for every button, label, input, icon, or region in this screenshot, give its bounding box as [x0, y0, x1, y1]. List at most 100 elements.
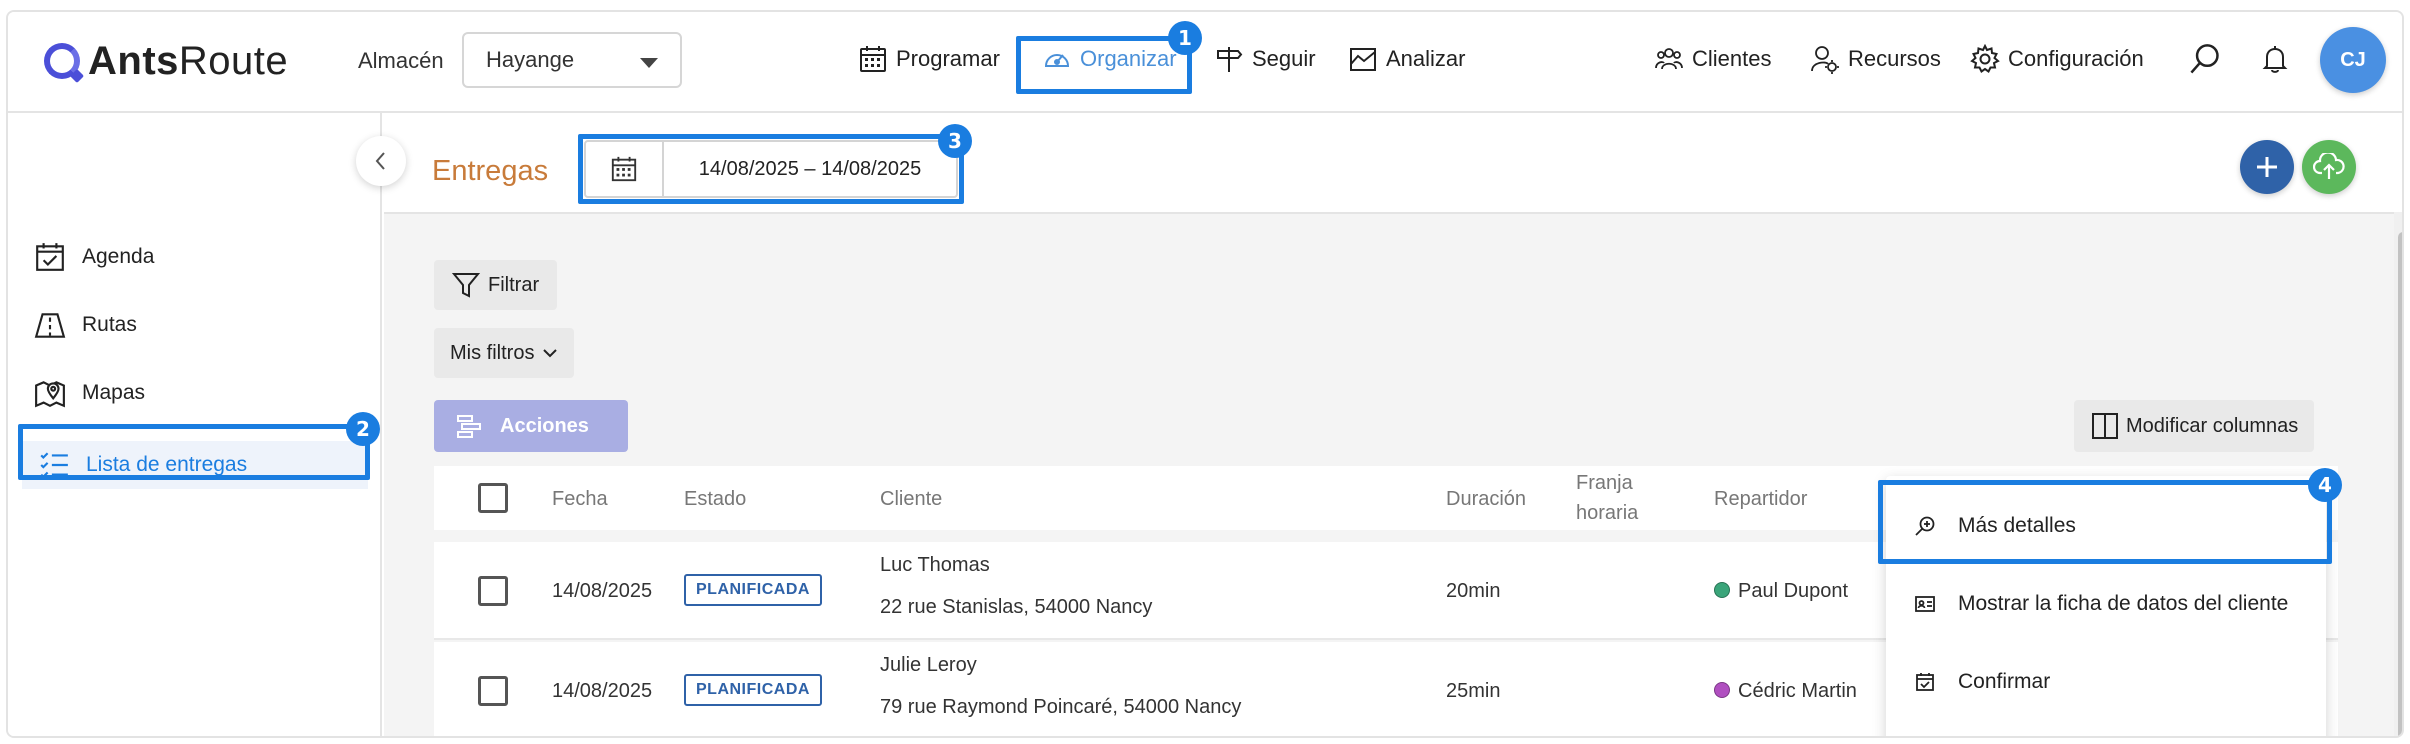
- logo-text-light: Route: [178, 38, 289, 83]
- nav-recursos-label: Recursos: [1848, 46, 1941, 71]
- filter-icon: [452, 273, 480, 298]
- id-card-icon: [1915, 596, 1935, 612]
- nav-seguir-label: Seguir: [1252, 46, 1316, 71]
- column-header-duracion[interactable]: Duración: [1446, 488, 1526, 511]
- row-cliente: Julie Leroy: [880, 654, 977, 676]
- my-filters-dropdown[interactable]: Mis filtros: [434, 328, 575, 378]
- row-repartidor: Paul Dupont: [1714, 580, 1848, 603]
- row-repartidor-name: Cédric Martin: [1738, 680, 1857, 702]
- bell-icon: [2262, 46, 2288, 73]
- highlight-box-4: [1878, 480, 2332, 564]
- menu-item-ficha-cliente[interactable]: Mostrar la ficha de datos del cliente: [1886, 570, 2326, 638]
- cloud-upload-icon: [2313, 153, 2345, 179]
- driver-color-dot: [1714, 682, 1730, 698]
- column-header-fecha[interactable]: Fecha: [552, 488, 608, 511]
- modify-columns-label: Modificar columnas: [2126, 414, 2299, 437]
- row-repartidor-name: Paul Dupont: [1738, 580, 1849, 602]
- row-duracion: 20min: [1446, 580, 1501, 602]
- nav-analizar-label: Analizar: [1386, 46, 1466, 71]
- page-title: Entregas: [432, 155, 549, 187]
- row-fecha: 14/08/2025: [552, 580, 653, 602]
- column-header-franja-line1[interactable]: Franja: [1576, 472, 1633, 495]
- vertical-scrollbar[interactable]: [2394, 212, 2402, 736]
- nav-programar-label: Programar: [896, 46, 1000, 71]
- sidebar-item-agenda[interactable]: Agenda: [34, 237, 154, 277]
- status-badge: PLANIFICADA: [684, 574, 822, 606]
- row-cliente: Luc Thomas: [880, 554, 990, 576]
- row-checkbox[interactable]: [478, 676, 508, 706]
- nav-analizar[interactable]: Analizar: [1348, 42, 1465, 76]
- users-icon: [1655, 48, 1683, 70]
- user-gear-icon: [1811, 46, 1839, 74]
- chevron-left-icon: [375, 152, 385, 170]
- nav-configuracion-label: Configuración: [2008, 46, 2144, 71]
- calendar-grid-icon: [860, 46, 886, 72]
- nav-clientes[interactable]: Clientes: [1654, 42, 1771, 76]
- column-header-estado[interactable]: Estado: [684, 488, 746, 511]
- nav-programar[interactable]: Programar: [858, 42, 1000, 76]
- highlight-box-2: [18, 424, 370, 480]
- sidebar-item-label: Agenda: [82, 245, 155, 268]
- chart-area-icon: [1350, 48, 1376, 71]
- notifications-button[interactable]: [2260, 42, 2290, 76]
- column-header-franja-line2[interactable]: horaria: [1576, 502, 1638, 525]
- row-checkbox[interactable]: [478, 576, 508, 606]
- logo-icon: [44, 43, 80, 79]
- menu-item-label: Mostrar la ficha de datos del cliente: [1958, 592, 2289, 615]
- status-badge: PLANIFICADA: [684, 674, 822, 706]
- filter-button-label: Filtrar: [488, 273, 540, 296]
- nav-configuracion[interactable]: Configuración: [1970, 42, 2144, 76]
- row-duracion: 25min: [1446, 680, 1501, 702]
- select-all-checkbox[interactable]: [478, 483, 508, 513]
- row-direccion: 22 rue Stanislas, 54000 Nancy: [880, 596, 1153, 618]
- sidebar-item-rutas[interactable]: Rutas: [34, 305, 137, 345]
- upload-button[interactable]: [2302, 140, 2356, 194]
- menu-item-label: Confirmar: [1958, 670, 2051, 693]
- my-filters-label: Mis filtros: [450, 341, 535, 364]
- driver-color-dot: [1714, 582, 1730, 598]
- columns-icon: [2092, 413, 2118, 439]
- store-select-value: Hayange: [486, 47, 575, 72]
- modify-columns-button[interactable]: Modificar columnas: [2074, 400, 2315, 452]
- highlight-box-3: [578, 134, 964, 204]
- sidebar-item-mapas[interactable]: Mapas: [34, 373, 145, 413]
- app-window: AntsRoute Almacén Hayange Programar Orga…: [6, 10, 2404, 738]
- scrollbar-thumb[interactable]: [2398, 232, 2402, 736]
- chevron-down-icon: [543, 349, 558, 358]
- actions-button[interactable]: Acciones: [434, 400, 628, 452]
- add-button[interactable]: [2240, 140, 2294, 194]
- map-pin-icon: [35, 381, 65, 408]
- nav-clientes-label: Clientes: [1692, 46, 1772, 71]
- filter-button[interactable]: Filtrar: [434, 260, 558, 310]
- highlight-box-1: [1016, 36, 1192, 94]
- gear-icon: [1970, 44, 2000, 73]
- store-label: Almacén: [358, 48, 444, 73]
- app-logo[interactable]: AntsRoute: [44, 36, 288, 86]
- nav-seguir[interactable]: Seguir: [1214, 42, 1316, 76]
- calendar-check-icon: [36, 243, 64, 271]
- menu-item-confirmar[interactable]: Confirmar: [1886, 648, 2326, 716]
- column-header-cliente[interactable]: Cliente: [880, 488, 942, 511]
- annotation-badge-2: 2: [346, 412, 380, 446]
- search-icon: [2190, 44, 2219, 74]
- row-fecha: 14/08/2025: [552, 680, 653, 702]
- nav-recursos[interactable]: Recursos: [1810, 42, 1941, 76]
- sidebar-item-label: Rutas: [82, 313, 137, 336]
- list-actions-icon: [457, 415, 481, 438]
- store-select[interactable]: Hayange: [462, 32, 682, 88]
- road-icon: [34, 313, 66, 338]
- user-avatar[interactable]: CJ: [2320, 27, 2386, 93]
- annotation-badge-3: 3: [938, 124, 972, 158]
- row-repartidor: Cédric Martin: [1714, 680, 1857, 703]
- column-header-repartidor[interactable]: Repartidor: [1714, 488, 1807, 511]
- search-button[interactable]: [2188, 42, 2222, 76]
- row-direccion: 79 rue Raymond Poincaré, 54000 Nancy: [880, 696, 1242, 718]
- top-bar: AntsRoute Almacén Hayange Programar Orga…: [8, 12, 2402, 113]
- calendar-check-small-icon: [1916, 673, 1934, 691]
- sidebar-item-label: Mapas: [82, 381, 146, 404]
- annotation-badge-4: 4: [2308, 468, 2342, 502]
- collapse-sidebar-button[interactable]: [356, 136, 406, 186]
- logo-text-bold: Ants: [88, 38, 179, 83]
- actions-button-label: Acciones: [500, 414, 589, 437]
- chevron-down-icon: [640, 58, 658, 68]
